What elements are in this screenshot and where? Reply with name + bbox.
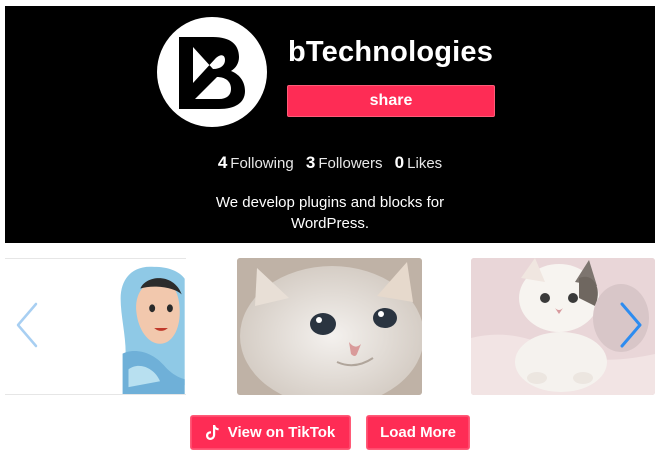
share-button[interactable]: share	[287, 85, 495, 117]
view-on-tiktok-label: View on TikTok	[227, 424, 336, 441]
likes-label: Likes	[407, 155, 443, 172]
following-label: Following	[230, 155, 294, 172]
video-thumbnail[interactable]	[237, 258, 422, 395]
profile-username: bTechnologies	[288, 36, 494, 68]
avatar[interactable]	[157, 17, 267, 127]
btechnologies-logo-icon	[179, 37, 245, 109]
carousel-next-button[interactable]	[617, 301, 645, 349]
video-carousel	[5, 257, 655, 397]
chevron-right-icon	[620, 302, 642, 348]
profile-bio: We develop plugins and blocks for WordPr…	[215, 194, 445, 232]
chevron-left-icon	[16, 302, 38, 348]
followers-label: Followers	[318, 155, 383, 172]
likes-count: 0	[394, 153, 405, 172]
followers-stat[interactable]: 3 Followers	[305, 153, 387, 172]
action-bar: View on TikTok Load More	[0, 415, 660, 451]
profile-stats: 4 Following 3 Followers 0 Likes	[5, 153, 655, 173]
following-stat[interactable]: 4 Following	[217, 153, 298, 172]
likes-stat: 0 Likes	[394, 153, 443, 172]
profile-header: bTechnologies share 4 Following 3 Follower…	[5, 6, 655, 243]
view-on-tiktok-button[interactable]: View on TikTok	[190, 415, 351, 450]
white-kitten-closeup-icon	[237, 258, 422, 395]
followers-count: 3	[305, 153, 316, 172]
tiktok-icon	[205, 425, 219, 440]
load-more-button[interactable]: Load More	[366, 415, 470, 450]
following-count: 4	[217, 153, 228, 172]
carousel-prev-button[interactable]	[13, 301, 41, 349]
